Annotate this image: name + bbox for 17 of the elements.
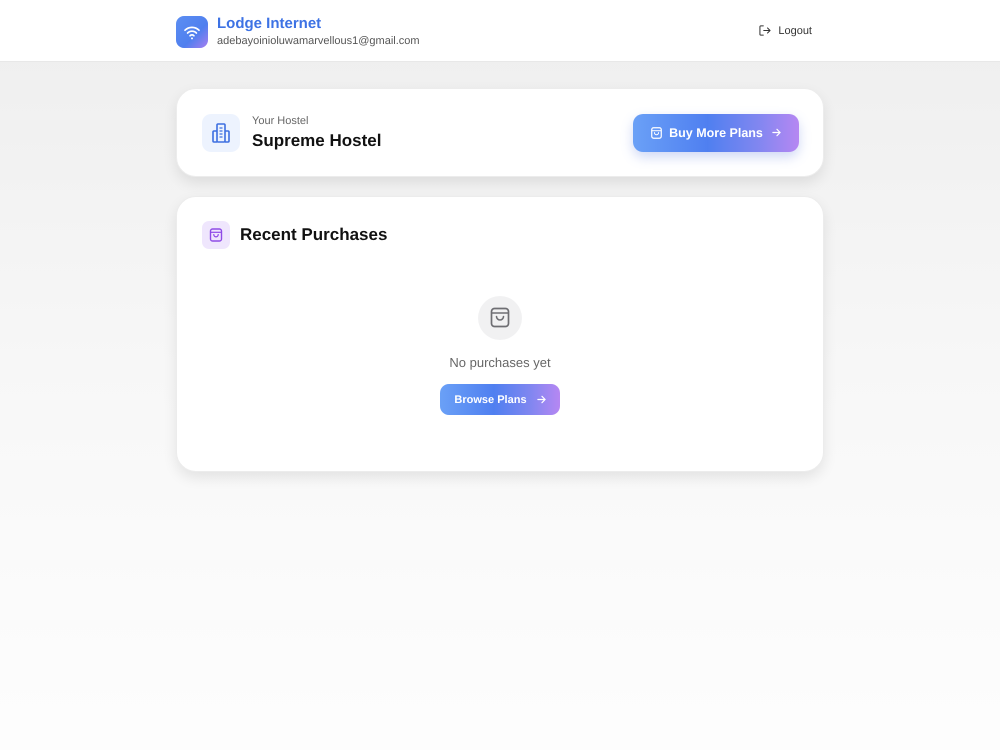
logout-button[interactable]: Logout xyxy=(759,20,812,40)
hostel-name: Supreme Hostel xyxy=(252,130,382,150)
hostel-label: Your Hostel xyxy=(252,114,310,128)
arrow-right-icon xyxy=(536,395,546,404)
browse-plans-button[interactable]: Browse Plans xyxy=(440,384,560,415)
buy-more-plans-button[interactable]: Buy More Plans xyxy=(633,114,799,152)
shopping-bag-icon xyxy=(651,126,662,138)
empty-state-text: No purchases yet xyxy=(449,355,551,370)
section-title: Recent Purchases xyxy=(240,225,388,245)
user-email: adebayoinioluwamarvellous1@gmail.com xyxy=(217,34,420,48)
wifi-logo-icon xyxy=(176,16,208,48)
shopping-bag-icon xyxy=(478,296,522,340)
arrow-right-icon xyxy=(772,128,781,137)
building-icon xyxy=(202,114,240,152)
logout-icon xyxy=(759,25,772,36)
shopping-bag-icon xyxy=(202,221,230,249)
brand-name: Lodge Internet xyxy=(217,15,322,33)
